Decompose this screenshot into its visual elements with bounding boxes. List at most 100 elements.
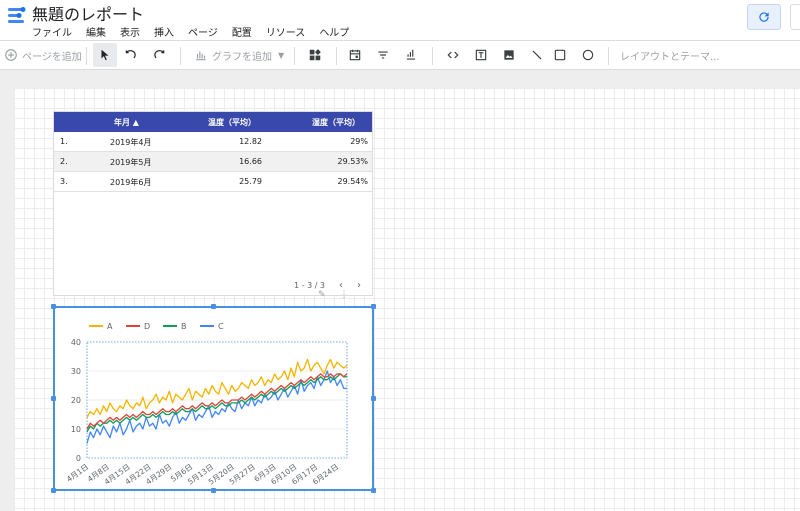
menu-help[interactable]: ヘルプ [319,24,355,39]
undo-icon [125,50,136,59]
y-tick-label: 40 [71,338,81,347]
table-row: 2. 2019年5月 16.66 29.53% [54,152,372,172]
resize-handle-r[interactable] [371,396,376,401]
image-button[interactable] [502,41,516,69]
text-button[interactable] [474,41,488,69]
menu-insert[interactable]: 挿入 [154,24,180,39]
row-temperature: 12.82 [239,137,262,146]
pager-label: 1 - 3 / 3 [294,281,326,290]
y-tick-label: 30 [71,367,81,376]
circle-icon [582,49,594,61]
legend-label: C [218,322,224,331]
menu-arrange[interactable]: 配置 [232,24,258,39]
legend-label: B [181,322,187,331]
row-index: 2. [60,157,68,166]
view-button[interactable] [790,4,800,30]
redo-button[interactable] [152,41,166,69]
row-humidity: 29% [350,137,368,146]
add-chart-label: グラフを追加 [212,51,272,63]
row-temperature: 16.66 [239,157,262,166]
filter-control-button[interactable] [376,41,390,69]
undo-button[interactable] [124,41,138,69]
menu-page[interactable]: ページ [188,24,224,39]
toolbar-divider [86,47,87,65]
resize-handle-t[interactable] [211,304,216,309]
column-header-temperature[interactable]: 温度（平均） [208,117,256,128]
toolbar-divider [180,47,181,65]
layout-theme-button[interactable]: レイアウトとテーマ... [620,41,720,69]
toolbar-divider [336,47,337,65]
row-temperature: 25.79 [239,177,262,186]
more-vert-icon[interactable]: ⋮ [340,290,349,300]
resize-handle-tl[interactable] [51,304,56,309]
table-chart[interactable]: 年月 ▲ 温度（平均） 湿度（平均） 1. 2019年4月 12.82 29% … [53,111,373,296]
code-icon [447,51,459,59]
menu-resource[interactable]: リソース [266,24,312,39]
community-viz-button[interactable] [308,41,322,69]
y-tick-label: 10 [71,425,81,434]
toolbar: ページを追加 グラフを追加 ▼ レイアウトとテーマ... [0,40,800,70]
menu-file[interactable]: ファイル [32,24,78,39]
legend-label: A [107,322,113,331]
date-range-button[interactable] [348,41,362,69]
app-header: 無題のレポート ファイル 編集 表示 挿入 ページ 配置 リソース ヘルプ [0,0,800,40]
data-studio-logo-icon [8,7,26,23]
row-month: 2019年5月 [110,158,152,167]
redo-icon [154,50,165,59]
embed-url-button[interactable] [446,41,460,69]
edit-icon[interactable]: ✎ [318,290,326,300]
toolbar-divider [432,47,433,65]
toolbar-divider [608,47,609,65]
image-icon [504,50,514,60]
table-row: 3. 2019年6月 25.79 29.54% [54,172,372,192]
y-tick-label: 20 [71,396,81,405]
row-index: 1. [60,137,68,146]
add-page-button[interactable]: ページを追加 [4,41,82,69]
bar-chart-icon [196,51,206,61]
add-chart-button[interactable]: グラフを追加 ▼ [194,41,284,69]
data-control-icon [406,49,416,60]
x-tick-label: 4月1日 [65,462,90,483]
chevron-right-icon[interactable]: › [357,280,361,291]
column-header-humidity[interactable]: 湿度（平均） [312,117,360,128]
column-header-month[interactable]: 年月 ▲ [114,117,139,128]
menu-edit[interactable]: 編集 [86,24,112,39]
circle-button[interactable] [581,41,595,69]
refresh-button[interactable] [747,4,781,30]
line-chart-svg: 0102030404月1日4月8日4月15日4月22日4月29日5月6日5月13… [65,322,348,486]
resize-handle-br[interactable] [371,488,376,493]
resize-handle-l[interactable] [51,396,56,401]
y-tick-label: 0 [76,454,81,463]
select-tool-button[interactable] [93,43,117,67]
legend-label: D [144,322,150,331]
menu-view[interactable]: 表示 [120,24,146,39]
chevron-down-icon: ▼ [278,50,285,60]
series-line-A [86,358,348,418]
cursor-icon [101,49,109,61]
resize-handle-tr[interactable] [371,304,376,309]
toolbar-divider [294,47,295,65]
row-month: 2019年6月 [110,178,152,187]
table-header: 年月 ▲ 温度（平均） 湿度（平均） [54,112,372,132]
row-humidity: 29.53% [337,157,368,166]
widgets-icon [309,49,321,61]
refresh-icon [759,12,769,22]
row-humidity: 29.54% [337,177,368,186]
resize-handle-bl[interactable] [51,488,56,493]
data-control-button[interactable] [404,41,418,69]
resize-handle-b[interactable] [211,488,216,493]
add-page-label: ページを追加 [22,51,82,63]
chart-options: ✎ ⋮ [318,290,349,300]
menu-bar: ファイル 編集 表示 挿入 ページ 配置 リソース ヘルプ [32,24,363,39]
text-box-icon [475,49,487,61]
rectangle-icon [554,49,566,61]
line-icon [532,50,542,60]
calendar-icon [349,49,361,61]
layout-theme-label: レイアウトとテーマ... [620,51,720,63]
row-month: 2019年4月 [110,138,152,147]
row-index: 3. [60,177,68,186]
add-circle-icon [5,49,17,61]
report-title[interactable]: 無題のレポート [32,1,144,25]
line-button[interactable] [530,41,544,69]
rectangle-button[interactable] [553,41,567,69]
